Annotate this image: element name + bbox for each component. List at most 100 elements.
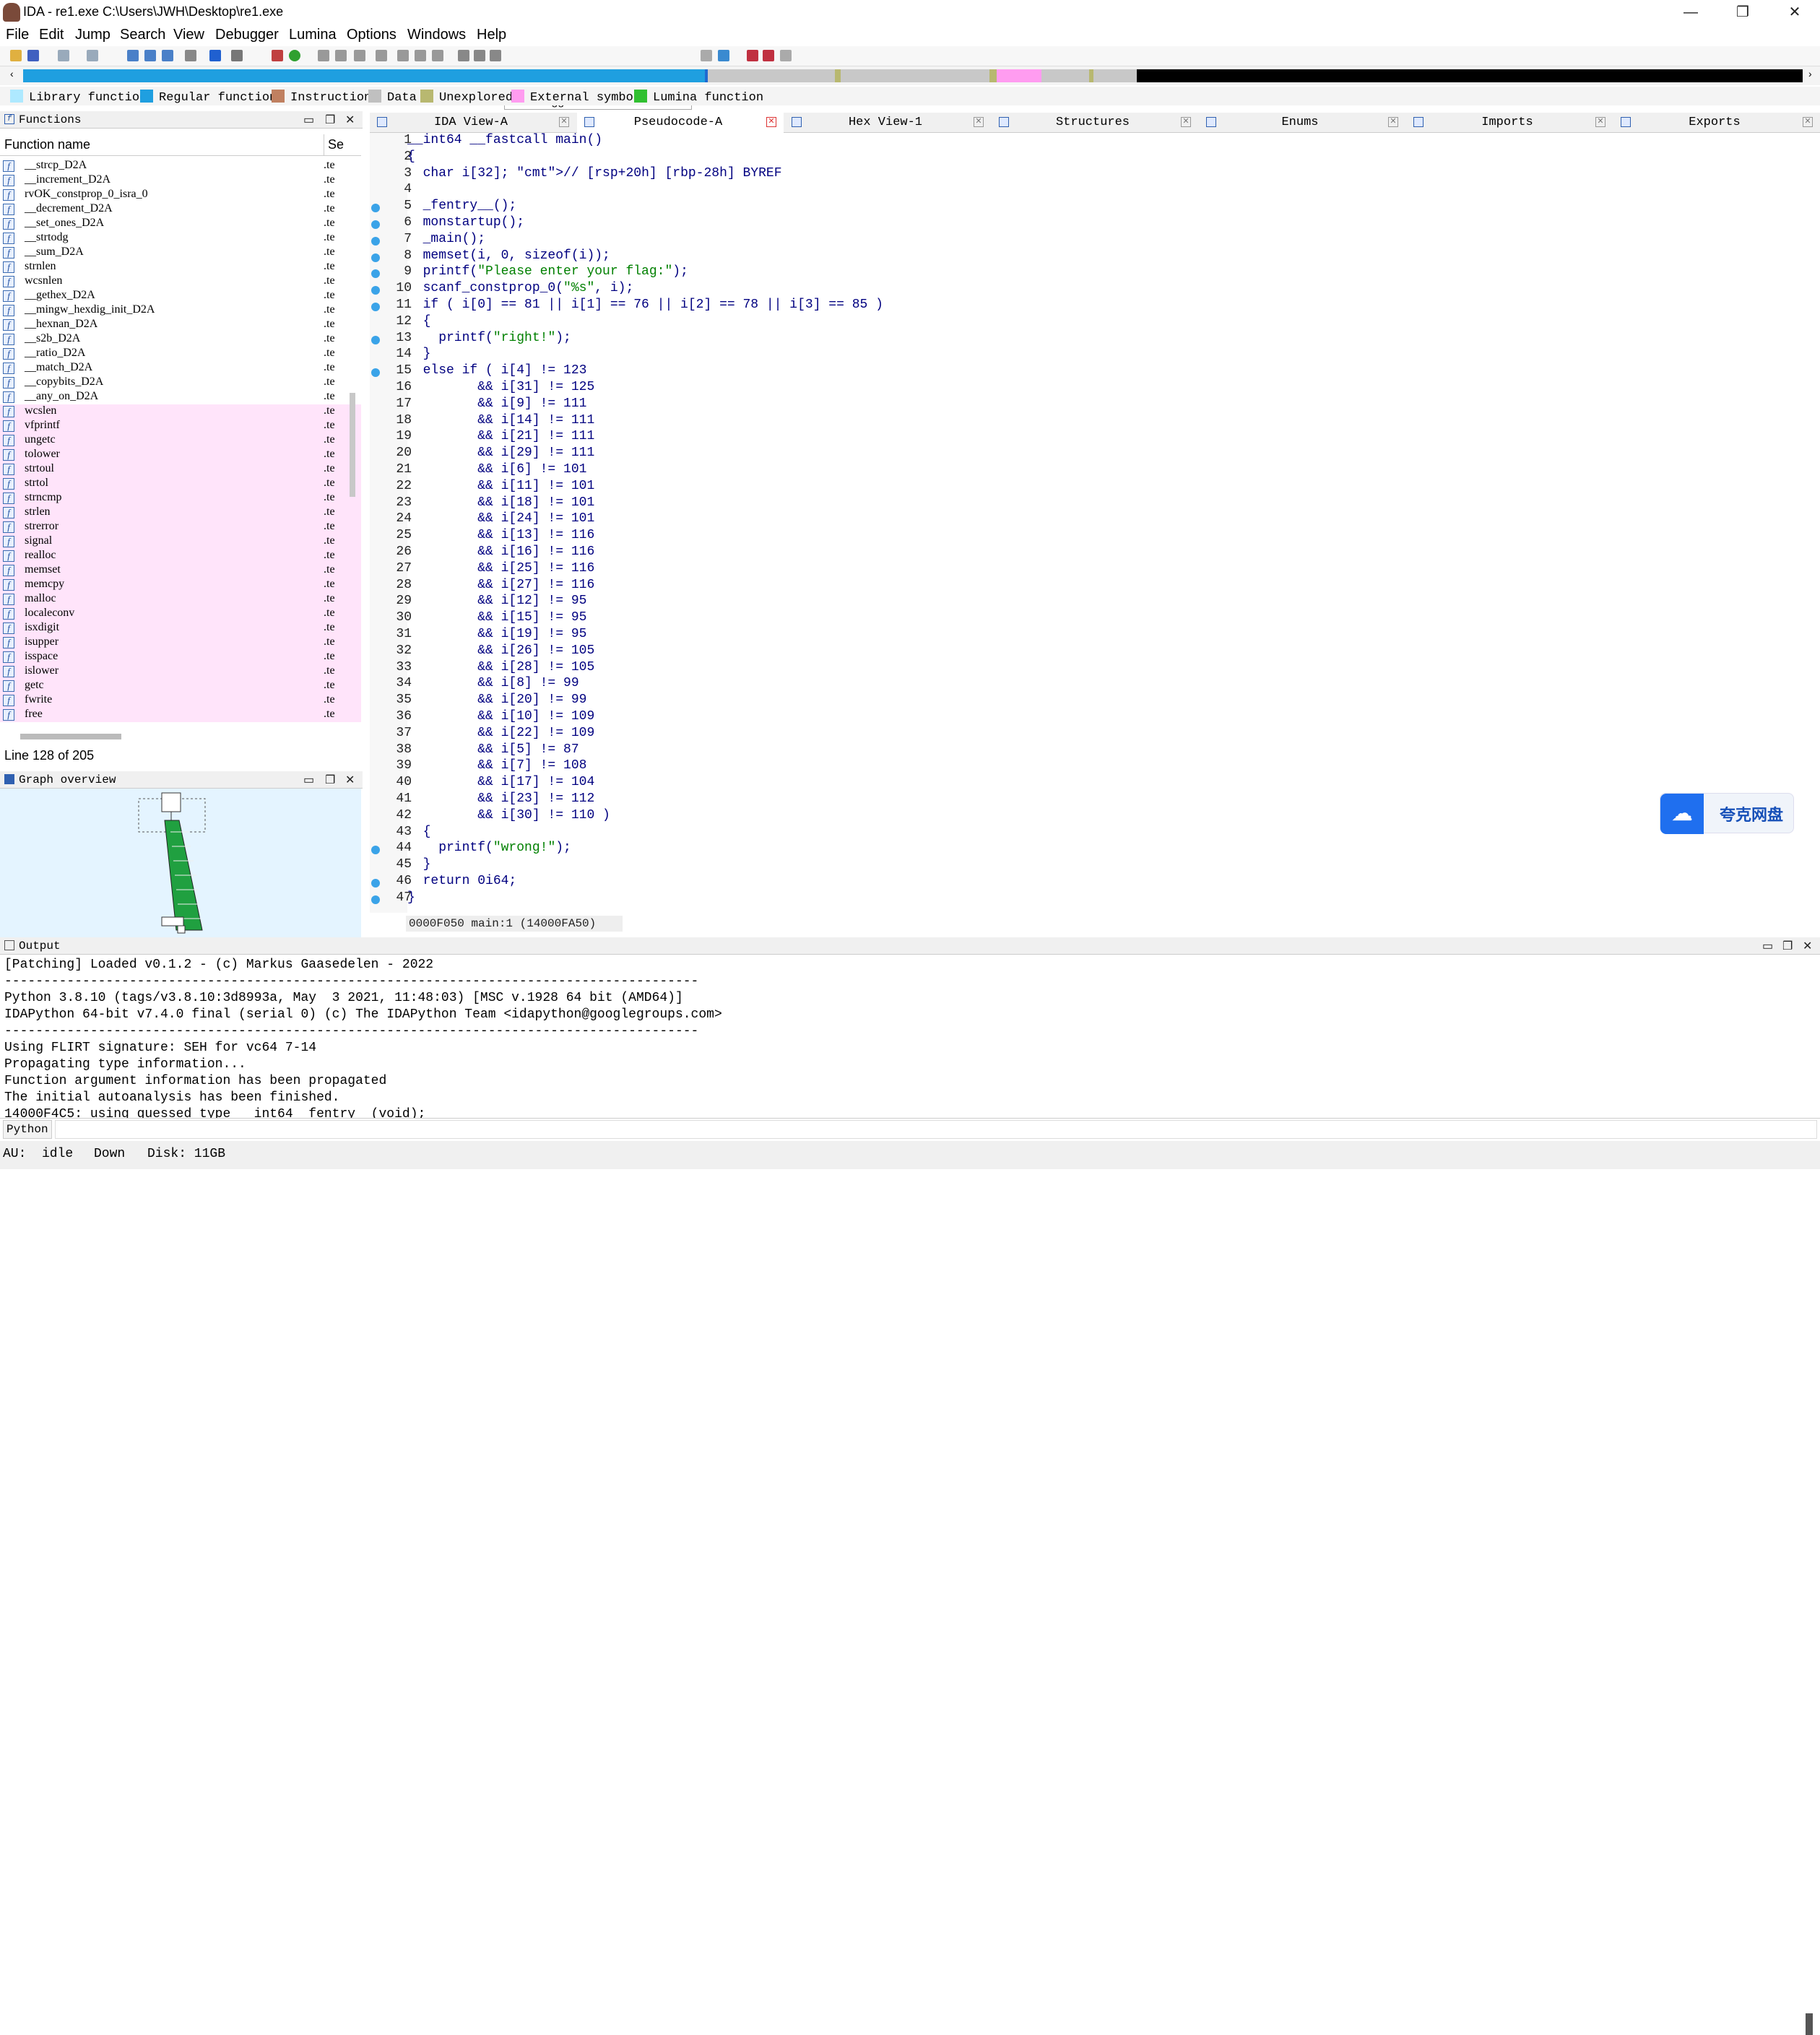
- code-line[interactable]: 41 && i[23] != 112: [370, 791, 1820, 808]
- tab-ida-view-a[interactable]: IDA View-A ✕: [370, 113, 576, 133]
- function-row[interactable]: f __s2b_D2A .te: [0, 332, 361, 347]
- copy-icon[interactable]: [127, 50, 139, 61]
- forward-icon[interactable]: [87, 50, 98, 61]
- code-line[interactable]: 2{: [370, 149, 1820, 166]
- function-row[interactable]: f __strtodg .te: [0, 231, 361, 246]
- menu-search[interactable]: Search: [120, 27, 165, 43]
- code-line[interactable]: 26 && i[16] != 116: [370, 544, 1820, 561]
- code-line[interactable]: 4: [370, 182, 1820, 199]
- function-row[interactable]: f localeconv .te: [0, 607, 361, 621]
- tab-close-icon[interactable]: ✕: [766, 117, 776, 127]
- panel-float-icon[interactable]: ❐: [325, 113, 335, 127]
- code-line[interactable]: 13 printf("right!");: [370, 331, 1820, 347]
- code-line[interactable]: 47}: [370, 890, 1820, 907]
- code-line[interactable]: 36 && i[10] != 109: [370, 709, 1820, 726]
- code-line[interactable]: 24 && i[24] != 101: [370, 511, 1820, 528]
- function-row[interactable]: f memset .te: [0, 563, 361, 578]
- menu-file[interactable]: File: [6, 27, 29, 43]
- function-row[interactable]: f strerror .te: [0, 520, 361, 534]
- tab-close-icon[interactable]: ✕: [1803, 117, 1813, 127]
- functions-scrollbar[interactable]: [350, 393, 355, 497]
- code-line[interactable]: 11 if ( i[0] == 81 || i[1] == 76 || i[2]…: [370, 298, 1820, 314]
- function-row[interactable]: f rvOK_constprop_0_isra_0 .te: [0, 188, 361, 202]
- code-line[interactable]: 18 && i[14] != 111: [370, 413, 1820, 430]
- code-line[interactable]: 42 && i[30] != 110 ): [370, 808, 1820, 825]
- tool-10-icon[interactable]: [763, 50, 774, 61]
- graph-icon[interactable]: [272, 50, 283, 61]
- code-line[interactable]: 30 && i[15] != 95: [370, 610, 1820, 627]
- pseudocode-view[interactable]: 1 __int64 __fastcall main() 2{3 char i[32]…: [370, 133, 1820, 913]
- tab-close-icon[interactable]: ✕: [1595, 117, 1606, 127]
- function-row[interactable]: f isspace .te: [0, 650, 361, 664]
- tab-close-icon[interactable]: ✕: [559, 117, 569, 127]
- function-row[interactable]: f wcsnlen .te: [0, 274, 361, 289]
- code-line[interactable]: 32 && i[26] != 105: [370, 643, 1820, 660]
- tab-close-icon[interactable]: ✕: [1388, 117, 1398, 127]
- back-icon[interactable]: [58, 50, 69, 61]
- code-line[interactable]: 12 {: [370, 314, 1820, 331]
- code-line[interactable]: 31 && i[19] != 95: [370, 627, 1820, 643]
- function-row[interactable]: f isxdigit .te: [0, 621, 361, 635]
- navigation-band[interactable]: ‹ ›: [0, 66, 1820, 85]
- nav-left-arrow-icon[interactable]: ‹: [10, 68, 14, 79]
- panel-maximize-icon[interactable]: ▭: [303, 773, 314, 787]
- code-line[interactable]: 44 printf("wrong!");: [370, 841, 1820, 857]
- tab-hex-view-1[interactable]: Hex View-1 ✕: [784, 113, 991, 133]
- code-line[interactable]: 7 _main();: [370, 232, 1820, 248]
- python-command-input[interactable]: [55, 1120, 1817, 1139]
- col-segment[interactable]: Se: [328, 137, 344, 152]
- function-row[interactable]: f __mingw_hexdig_init_D2A .te: [0, 303, 361, 318]
- tool-1-icon[interactable]: [318, 50, 329, 61]
- function-row[interactable]: f __strcp_D2A .te: [0, 159, 361, 173]
- col-function-name[interactable]: Function name: [4, 137, 90, 152]
- tool-7-icon[interactable]: [701, 50, 712, 61]
- code-line[interactable]: 9 printf("Please enter your flag:");: [370, 264, 1820, 281]
- code-line[interactable]: 27 && i[25] != 116: [370, 561, 1820, 578]
- code-line[interactable]: 38 && i[5] != 87: [370, 742, 1820, 759]
- tab-exports[interactable]: Exports ✕: [1613, 113, 1820, 133]
- function-row[interactable]: f ungetc .te: [0, 433, 361, 448]
- function-row[interactable]: f strtol .te: [0, 477, 361, 491]
- code-line[interactable]: 25 && i[13] != 116: [370, 528, 1820, 544]
- menu-view[interactable]: View: [173, 27, 204, 43]
- tab-imports[interactable]: Imports ✕: [1406, 113, 1613, 133]
- code-line[interactable]: 39 && i[7] != 108: [370, 758, 1820, 775]
- nav-right-arrow-icon[interactable]: ›: [1808, 68, 1812, 79]
- code-line[interactable]: 29 && i[12] != 95: [370, 594, 1820, 610]
- panel-close-icon[interactable]: ✕: [345, 773, 355, 787]
- tool-11-icon[interactable]: [780, 50, 792, 61]
- panel-maximize-icon[interactable]: ▭: [303, 113, 314, 127]
- panel-close-icon[interactable]: ✕: [345, 113, 355, 127]
- function-row[interactable]: f __increment_D2A .te: [0, 173, 361, 188]
- output-text[interactable]: [Patching] Loaded v0.1.2 - (c) Markus Ga…: [4, 958, 722, 1124]
- code-line[interactable]: 34 && i[8] != 99: [370, 676, 1820, 693]
- code-line[interactable]: 28 && i[27] != 116: [370, 578, 1820, 594]
- tab-enums[interactable]: Enums ✕: [1199, 113, 1405, 133]
- function-row[interactable]: f wcslen .te: [0, 404, 361, 419]
- code-line[interactable]: 35 && i[20] != 99: [370, 693, 1820, 709]
- output-scrollbar[interactable]: [1806, 2013, 1813, 2035]
- minimize-button[interactable]: —: [1665, 0, 1716, 25]
- function-row[interactable]: f fwrite .te: [0, 693, 361, 708]
- breakpoint-dot-icon[interactable]: [371, 236, 380, 246]
- menu-edit[interactable]: Edit: [39, 27, 64, 43]
- tab-pseudocode-a[interactable]: Pseudocode-A ✕: [577, 113, 784, 133]
- code-line[interactable]: 6 monstartup();: [370, 215, 1820, 232]
- save-icon[interactable]: [27, 50, 39, 61]
- breakpoint-dot-icon[interactable]: [371, 220, 380, 229]
- menu-debugger[interactable]: Debugger: [215, 27, 279, 43]
- code-line[interactable]: 19 && i[21] != 111: [370, 429, 1820, 446]
- open-icon[interactable]: [10, 50, 22, 61]
- function-row[interactable]: f isupper .te: [0, 635, 361, 650]
- breakpoint-dot-icon[interactable]: [371, 286, 380, 295]
- function-row[interactable]: f getc .te: [0, 679, 361, 693]
- menu-windows[interactable]: Windows: [407, 27, 466, 43]
- tool-5-icon[interactable]: [397, 50, 409, 61]
- code-line[interactable]: 40 && i[17] != 104: [370, 775, 1820, 791]
- panel-maximize-icon[interactable]: ▭: [1762, 939, 1773, 953]
- code-line[interactable]: 8 memset(i, 0, sizeof(i));: [370, 248, 1820, 265]
- code-line[interactable]: 20 && i[29] != 111: [370, 446, 1820, 462]
- code-line[interactable]: 45 }: [370, 857, 1820, 874]
- code-line[interactable]: 37 && i[22] != 109: [370, 726, 1820, 742]
- nav-color-strip[interactable]: [23, 69, 1803, 82]
